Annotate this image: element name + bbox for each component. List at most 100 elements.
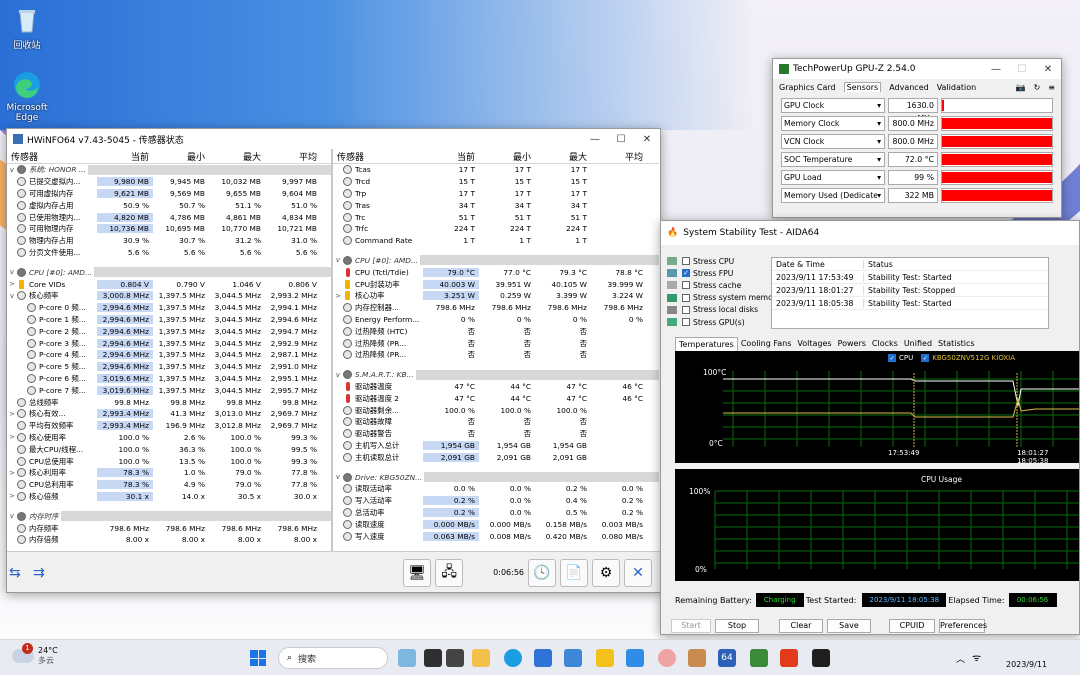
column-header-max[interactable]: 最大	[209, 150, 265, 163]
sensor-row[interactable]: 内存倍频 8.00 x 8.00 x 8.00 x 8.00 x	[7, 534, 331, 546]
stress-cache-checkbox[interactable]	[682, 281, 690, 290]
sensor-row[interactable]: Energy Perform... 0 % 0 % 0 % 0 %	[333, 314, 659, 326]
tray-chevron-icon[interactable]: ︿	[956, 652, 965, 665]
tab-cooling-fans[interactable]: Cooling Fans	[738, 337, 795, 351]
taskbar-app-hwinfo[interactable]: 64	[718, 649, 736, 667]
sensor-row[interactable]: CPU总利用率 78.3 % 4.9 % 79.0 % 77.8 %	[7, 479, 331, 491]
sensor-row[interactable]: P-core 0 频... 2,994.6 MHz 1,397.5 MHz 3,044…	[7, 302, 331, 314]
tab-validation[interactable]: Validation	[937, 83, 977, 92]
sensor-row[interactable]: 写入速度 0.063 MB/s 0.008 MB/s 0.420 MB/s 0.080 …	[333, 530, 659, 542]
sensor-row[interactable]: Trcd 15 T 15 T 15 T	[333, 176, 659, 188]
collapse-icon[interactable]: v	[7, 512, 17, 520]
sensor-row[interactable]: P-core 5 频... 2,994.6 MHz 1,397.5 MHz 3,044…	[7, 361, 331, 373]
taskbar-app-box[interactable]	[688, 649, 706, 667]
sensor-group-header[interactable]: v CPU [#0]: AMD...	[333, 255, 659, 267]
wifi-icon[interactable]: ᯤ	[972, 650, 981, 664]
column-header-min[interactable]: 最小	[153, 150, 209, 163]
preferences-button[interactable]: Preferences	[939, 619, 987, 633]
sensor-row[interactable]: 过热降频 (PR... 否 否 否	[333, 349, 659, 361]
tab-graphics-card[interactable]: Graphics Card	[779, 83, 836, 92]
sensor-group-header[interactable]: v S.M.A.R.T.: KB...	[333, 369, 659, 381]
sensor-row[interactable]: P-core 2 频... 2,994.6 MHz 1,397.5 MHz 3,044…	[7, 325, 331, 337]
tab-powers[interactable]: Powers	[835, 337, 869, 351]
gpuz-titlebar[interactable]: TechPowerUp GPU-Z 2.54.0 — ☐ ✕	[773, 59, 1061, 79]
sensor-row[interactable]: 驱动器温度 2 47 °C 44 °C 47 °C 46 °C	[333, 392, 659, 404]
sensor-row[interactable]: > 核心倍频 30.1 x 14.0 x 30.5 x 30.0 x	[7, 491, 331, 503]
sensor-select[interactable]: Memory Clock ▾	[781, 115, 885, 131]
remote-button[interactable]: 🖧	[435, 558, 464, 587]
start-button[interactable]: Start	[671, 619, 711, 633]
close-button[interactable]: ✕	[634, 134, 660, 145]
sensor-pane-right[interactable]: 传感器 当前 最小 最大 平均 Tcas 17 T 17 T 17 T Trcd 15 T…	[333, 149, 659, 551]
sensor-row[interactable]: 主机读取总计 2,091 GB 2,091 GB 2,091 GB	[333, 451, 659, 463]
sensor-row[interactable]: 读取活动率 0.0 % 0.0 % 0.2 % 0.0 %	[333, 483, 659, 495]
taskbar-app-tablet[interactable]	[626, 649, 644, 667]
tab-clocks[interactable]: Clocks	[869, 337, 901, 351]
stop-button[interactable]: Stop	[715, 619, 759, 633]
tab-voltages[interactable]: Voltages	[794, 337, 834, 351]
sensor-select[interactable]: VCN Clock ▾	[781, 133, 885, 149]
column-header-min[interactable]: 最小	[479, 150, 535, 163]
collapse-icon[interactable]: v	[7, 166, 17, 174]
stress-disks-checkbox[interactable]	[682, 305, 690, 314]
sensor-row[interactable]: Trc 51 T 51 T 51 T	[333, 211, 659, 223]
hwinfo-titlebar[interactable]: HWiNFO64 v7.43-5045 - 传感器状态 — ☐ ✕	[7, 129, 660, 149]
desktop-icon-recycle-bin[interactable]: 回收站	[2, 5, 52, 51]
sensor-pane-left[interactable]: 传感器 当前 最小 最大 平均 v 系统: HONOR ... 已提交虚拟内... 9…	[7, 149, 333, 551]
tab-temperatures[interactable]: Temperatures	[675, 337, 738, 351]
sensor-select[interactable]: SOC Temperature ▾	[781, 151, 885, 167]
sensor-row[interactable]: 写入活动率 0.2 % 0.0 % 0.4 % 0.2 %	[333, 495, 659, 507]
stress-cache-option[interactable]: Stress cache	[667, 279, 782, 291]
sensor-row[interactable]: CPU总使用率 100.0 % 13.5 % 100.0 % 99.3 %	[7, 455, 331, 467]
column-header-sensor[interactable]: 传感器	[333, 150, 423, 163]
sensor-row[interactable]: 内存频率 798.6 MHz 798.6 MHz 798.6 MHz 798.6 MHz	[7, 522, 331, 534]
sensor-row[interactable]: P-core 4 频... 2,994.6 MHz 1,397.5 MHz 3,044…	[7, 349, 331, 361]
sensor-row[interactable]: Command Rate 1 T 1 T 1 T	[333, 235, 659, 247]
sensor-row[interactable]: 物理内存占用 30.9 % 30.7 % 31.2 % 31.0 %	[7, 235, 331, 247]
column-header-max[interactable]: 最大	[535, 150, 591, 163]
sensor-row[interactable]: 总线频率 99.8 MHz 99.8 MHz 99.8 MHz 99.8 MHz	[7, 396, 331, 408]
sensor-row[interactable]: > Core VIDs 0.804 V 0.790 V 1.046 V 0.806 V	[7, 278, 331, 290]
sensor-row[interactable]: 内存控制器... 798.6 MHz 798.6 MHz 798.6 MHz 798.6…	[333, 302, 659, 314]
minimize-button[interactable]: —	[983, 64, 1009, 75]
column-header-current[interactable]: 当前	[97, 150, 153, 163]
collapse-icon[interactable]: v	[333, 256, 343, 264]
taskbar-app-monitor[interactable]	[812, 649, 830, 667]
folder-icon[interactable]	[472, 649, 490, 667]
sensor-row[interactable]: 驱动器剩余... 100.0 % 100.0 % 100.0 %	[333, 404, 659, 416]
taskbar-app-people[interactable]	[398, 649, 416, 667]
collapse-icon[interactable]: v	[333, 371, 343, 379]
stress-fpu-option[interactable]: ✓ Stress FPU	[667, 267, 782, 279]
sensor-row[interactable]: 已提交虚拟内... 9,980 MB 9,945 MB 10,032 MB 9,997 …	[7, 176, 331, 188]
sensor-row[interactable]: > 核心功率 3.251 W 0.259 W 3.399 W 3.224 W	[333, 290, 659, 302]
expand-icon[interactable]: v	[7, 292, 17, 300]
sensor-group-header[interactable]: v 系统: HONOR ...	[7, 164, 331, 176]
weather-widget[interactable]: 1 24°C 多云	[12, 643, 58, 666]
taskbar-app-media[interactable]	[446, 649, 464, 667]
sensor-row[interactable]: 最大CPU/线程... 100.0 % 36.3 % 100.0 % 99.5 %	[7, 443, 331, 455]
sensor-row[interactable]: CPU封装功率 40.003 W 39.951 W 40.105 W 39.999 W	[333, 278, 659, 290]
clock-button[interactable]: 🕓	[528, 558, 556, 587]
stress-cpu-checkbox[interactable]	[682, 257, 690, 266]
sensor-row[interactable]: 过热降频 (HTC) 否 否 否	[333, 325, 659, 337]
taskbar-app-notes[interactable]	[596, 649, 614, 667]
sensor-group-header[interactable]: v Drive: KBG50ZN...	[333, 471, 659, 483]
close-sensors-button[interactable]: ✕	[624, 558, 652, 587]
stress-gpu-checkbox[interactable]	[682, 318, 690, 327]
sensor-row[interactable]: P-core 1 频... 2,994.6 MHz 1,397.5 MHz 3,044…	[7, 314, 331, 326]
edge-icon[interactable]	[504, 649, 522, 667]
sensor-row[interactable]: 虚拟内存占用 50.9 % 50.7 % 51.1 % 51.0 %	[7, 199, 331, 211]
expand-icon[interactable]: >	[7, 492, 17, 500]
start-button[interactable]	[250, 650, 266, 666]
collapse-icon[interactable]: v	[333, 473, 343, 481]
sensor-row[interactable]: P-core 6 频... 3,019.6 MHz 1,397.5 MHz 3,044…	[7, 373, 331, 385]
sensor-group-header[interactable]: v 内存时序	[7, 510, 331, 522]
sensor-row[interactable]: Trp 17 T 17 T 17 T	[333, 188, 659, 200]
settings-button[interactable]: ⚙	[592, 558, 620, 587]
column-header-avg[interactable]: 平均	[265, 150, 321, 163]
sensor-row[interactable]: CPU (Tctl/Tdie) 79.0 °C 77.0 °C 79.3 °C 78.8…	[333, 266, 659, 278]
stress-memory-checkbox[interactable]	[682, 293, 690, 302]
network-sensor-button[interactable]: 🖥	[403, 558, 432, 587]
sensor-row[interactable]: 过热降频 (PR... 否 否 否	[333, 337, 659, 349]
expand-icon[interactable]: >	[7, 410, 17, 418]
